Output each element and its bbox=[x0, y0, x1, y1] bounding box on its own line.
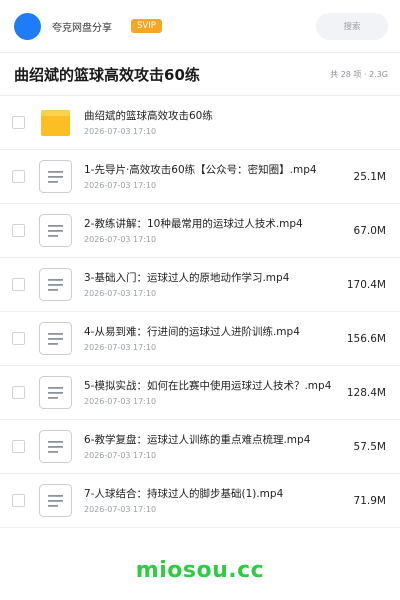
item-info: 7-人球结合：持球过人的脚步基础(1).mp4 2026-07-03 17:10 bbox=[84, 487, 338, 515]
item-size: 67.0M bbox=[353, 224, 386, 237]
item-date: 2026-07-03 17:10 bbox=[84, 288, 157, 298]
item-info: 3-基础入门：运球过人的原地动作学习.mp4 2026-07-03 17:10 bbox=[84, 271, 338, 299]
select-checkbox[interactable] bbox=[12, 332, 25, 345]
folder-meta: 共 28 项 · 2.3G bbox=[330, 69, 388, 79]
select-checkbox[interactable] bbox=[12, 440, 25, 453]
item-size: 128.4M bbox=[346, 386, 386, 399]
folder-row[interactable]: 曲绍斌的篮球高效攻击60练 2026-07-03 17:10 bbox=[0, 96, 400, 150]
select-checkbox[interactable] bbox=[12, 170, 25, 183]
select-checkbox[interactable] bbox=[12, 494, 25, 507]
item-date: 2026-07-03 17:10 bbox=[84, 342, 157, 352]
item-date: 2026-07-03 17:10 bbox=[84, 504, 157, 514]
item-name: 4-从易到难：行进间的运球过人进阶训练.mp4 bbox=[84, 325, 300, 338]
item-date: 2026-07-03 17:10 bbox=[84, 126, 157, 136]
item-size: 156.6M bbox=[346, 332, 386, 345]
video-file-icon bbox=[39, 430, 72, 463]
file-row[interactable]: 6-教学复盘：运球过人训练的重点难点梳理.mp4 2026-07-03 17:10… bbox=[0, 420, 400, 474]
video-file-icon bbox=[39, 160, 72, 193]
item-info: 2-教练讲解：10种最常用的运球过人技术.mp4 2026-07-03 17:10 bbox=[84, 217, 338, 245]
item-name: 2-教练讲解：10种最常用的运球过人技术.mp4 bbox=[84, 217, 303, 230]
svip-badge: SVIP bbox=[131, 19, 162, 33]
page-title: 曲绍斌的篮球高效攻击60练 bbox=[14, 65, 200, 84]
item-date: 2026-07-03 17:10 bbox=[84, 180, 157, 190]
video-file-icon bbox=[39, 322, 72, 355]
item-info: 4-从易到难：行进间的运球过人进阶训练.mp4 2026-07-03 17:10 bbox=[84, 325, 338, 353]
folder-icon bbox=[39, 106, 72, 139]
item-info: 曲绍斌的篮球高效攻击60练 2026-07-03 17:10 bbox=[84, 109, 338, 137]
app-name: 夸克网盘分享 bbox=[52, 22, 112, 34]
folder-title-row: 曲绍斌的篮球高效攻击60练 共 28 项 · 2.3G bbox=[0, 53, 400, 95]
file-row[interactable]: 7-人球结合：持球过人的脚步基础(1).mp4 2026-07-03 17:10 7… bbox=[0, 474, 400, 528]
item-size: 25.1M bbox=[353, 170, 386, 183]
video-file-icon bbox=[39, 268, 72, 301]
item-date: 2026-07-03 17:10 bbox=[84, 234, 157, 244]
item-size: 170.4M bbox=[346, 278, 386, 291]
file-row[interactable]: 2-教练讲解：10种最常用的运球过人技术.mp4 2026-07-03 17:10… bbox=[0, 204, 400, 258]
file-row[interactable]: 5-模拟实战：如何在比赛中使用运球过人技术？.mp4 2026-07-03 17:… bbox=[0, 366, 400, 420]
item-size: 71.9M bbox=[353, 494, 386, 507]
watermark: miosou.cc bbox=[135, 558, 265, 583]
item-name: 6-教学复盘：运球过人训练的重点难点梳理.mp4 bbox=[84, 433, 311, 446]
file-row[interactable]: 3-基础入门：运球过人的原地动作学习.mp4 2026-07-03 17:10 17… bbox=[0, 258, 400, 312]
video-file-icon bbox=[39, 376, 72, 409]
select-checkbox[interactable] bbox=[12, 224, 25, 237]
item-info: 1-先导片·高效攻击60练【公众号：密知圈】.mp4 2026-07-03 17:… bbox=[84, 163, 338, 191]
video-file-icon bbox=[39, 214, 72, 247]
item-info: 6-教学复盘：运球过人训练的重点难点梳理.mp4 2026-07-03 17:10 bbox=[84, 433, 338, 461]
file-list: 曲绍斌的篮球高效攻击60练 2026-07-03 17:10 1-先导片·高效攻击6… bbox=[0, 96, 400, 528]
item-name: 5-模拟实战：如何在比赛中使用运球过人技术？.mp4 bbox=[84, 379, 332, 392]
item-date: 2026-07-03 17:10 bbox=[84, 450, 157, 460]
item-name: 1-先导片·高效攻击60练【公众号：密知圈】.mp4 bbox=[84, 163, 317, 176]
item-date: 2026-07-03 17:10 bbox=[84, 396, 157, 406]
search-button[interactable]: 搜索 bbox=[316, 12, 388, 40]
video-file-icon bbox=[39, 484, 72, 517]
item-name: 7-人球结合：持球过人的脚步基础(1).mp4 bbox=[84, 487, 284, 500]
select-checkbox[interactable] bbox=[12, 386, 25, 399]
file-row[interactable]: 1-先导片·高效攻击60练【公众号：密知圈】.mp4 2026-07-03 17:… bbox=[0, 150, 400, 204]
item-name: 曲绍斌的篮球高效攻击60练 bbox=[84, 109, 213, 122]
select-checkbox[interactable] bbox=[12, 116, 25, 129]
file-row[interactable]: 4-从易到难：行进间的运球过人进阶训练.mp4 2026-07-03 17:10 1… bbox=[0, 312, 400, 366]
search-label: 搜索 bbox=[343, 22, 361, 32]
item-info: 5-模拟实战：如何在比赛中使用运球过人技术？.mp4 2026-07-03 17:… bbox=[84, 379, 338, 407]
avatar[interactable] bbox=[14, 12, 41, 40]
item-name: 3-基础入门：运球过人的原地动作学习.mp4 bbox=[84, 271, 290, 284]
item-size: 57.5M bbox=[353, 440, 386, 453]
app-header: 夸克网盘分享 SVIP 搜索 bbox=[0, 0, 400, 52]
select-checkbox[interactable] bbox=[12, 278, 25, 291]
